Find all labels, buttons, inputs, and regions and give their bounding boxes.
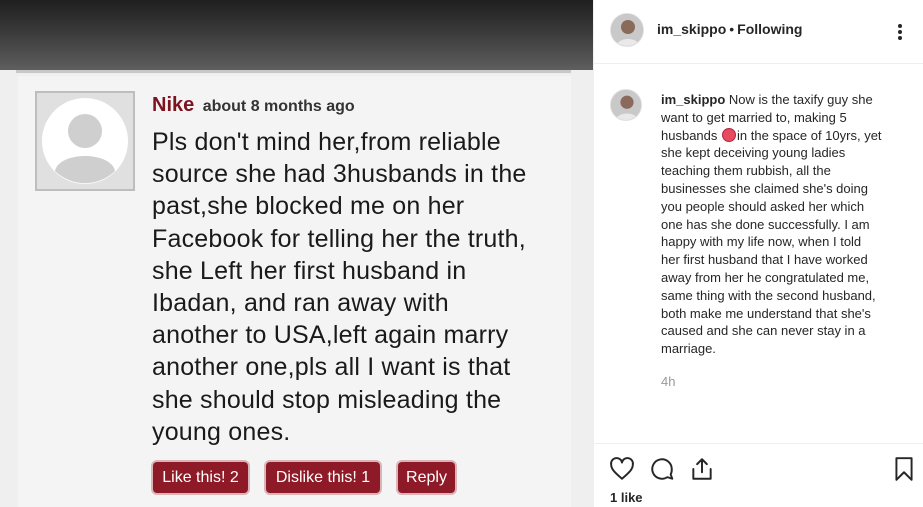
caption-line: Now is the taxify guy she: [728, 92, 873, 107]
heart-icon[interactable]: [609, 456, 635, 482]
comment-avatar: [35, 91, 135, 191]
comment-text-line: she should stop misleading the: [152, 385, 502, 414]
profile-photo-icon: [611, 14, 643, 46]
post-caption: im_skippo Now is the taxify guy she want…: [661, 91, 911, 358]
comment-author[interactable]: Nike: [152, 94, 194, 116]
caption-line: one has she done successfully. I am: [661, 216, 870, 232]
header-user-line: im_skippo • Following: [657, 21, 802, 37]
caption-line: marriage.: [661, 341, 716, 357]
avatar[interactable]: [610, 89, 642, 121]
comment-text-line: Ibadan, and ran away with: [152, 289, 449, 318]
dislike-this-button[interactable]: Dislike this! 1: [266, 462, 380, 493]
post-header: im_skippo • Following: [594, 0, 923, 64]
caption-line: teaching them rubbish, all the: [661, 163, 831, 179]
post-image: Nike about 8 months ago Pls don't mind h…: [0, 0, 593, 507]
share-icon[interactable]: [689, 456, 715, 482]
caption-line: both make me understand that she's: [661, 305, 871, 321]
comment-text-line: Facebook for telling her the truth,: [152, 224, 526, 253]
post-actions: 1 like: [594, 443, 923, 507]
comment-text-line: young ones.: [152, 417, 291, 446]
face-emoji-icon: [722, 127, 737, 142]
caption-username[interactable]: im_skippo: [661, 92, 725, 107]
caption-line: same thing with the second husband,: [661, 287, 876, 303]
comment-author-line: Nike about 8 months ago: [152, 94, 355, 117]
comment-icon[interactable]: [649, 456, 675, 482]
comment-text-line: source she had 3husbands in the: [152, 160, 527, 189]
caption-line: caused and she can never stay in a: [661, 323, 866, 339]
like-this-button[interactable]: Like this! 2: [153, 462, 248, 493]
caption-line: businesses she claimed she's doing: [661, 180, 868, 196]
caption-line: her first husband that I have worked: [661, 252, 868, 268]
comment-time: about 8 months ago: [202, 98, 355, 115]
comment-text-line: Pls don't mind her,from reliable: [152, 128, 501, 156]
comment-text-line: past,she blocked me on her: [152, 192, 465, 221]
caption-line: happy with my life now, when I told: [661, 234, 862, 250]
header-username[interactable]: im_skippo: [657, 21, 726, 37]
reply-button[interactable]: Reply: [398, 462, 455, 493]
caption-line: she kept deceiving young ladies: [661, 145, 846, 161]
caption-line: want to get married to, making 5: [661, 109, 847, 125]
header-separator: •: [729, 21, 735, 37]
comment-text: Pls don't mind her,from reliable source …: [152, 126, 562, 448]
comment-text-line: another to USA,left again marry: [152, 321, 509, 350]
caption-timestamp[interactable]: 4h: [661, 374, 675, 389]
profile-photo-icon: [611, 90, 641, 120]
image-top-bar: [0, 0, 593, 70]
comment-text-line: she Left her first husband in: [152, 256, 467, 285]
bookmark-icon[interactable]: [891, 456, 917, 482]
caption-line: in the space of 10yrs, yet: [737, 127, 882, 143]
caption-line: away from her he congratulated me,: [661, 269, 870, 285]
likes-count[interactable]: 1 like: [610, 490, 643, 505]
image-divider: [16, 70, 571, 73]
default-user-icon: [37, 93, 133, 189]
caption-line: you people should asked her which: [661, 198, 865, 214]
post-side-panel: im_skippo • Following im_skippo Now is the…: [593, 0, 923, 507]
avatar[interactable]: [610, 13, 644, 47]
caption-line-prefix: husbands: [661, 127, 718, 143]
more-options-icon[interactable]: [890, 22, 910, 42]
comment-text-line: another one,pls all I want is that: [152, 353, 511, 382]
following-button[interactable]: Following: [737, 21, 802, 37]
